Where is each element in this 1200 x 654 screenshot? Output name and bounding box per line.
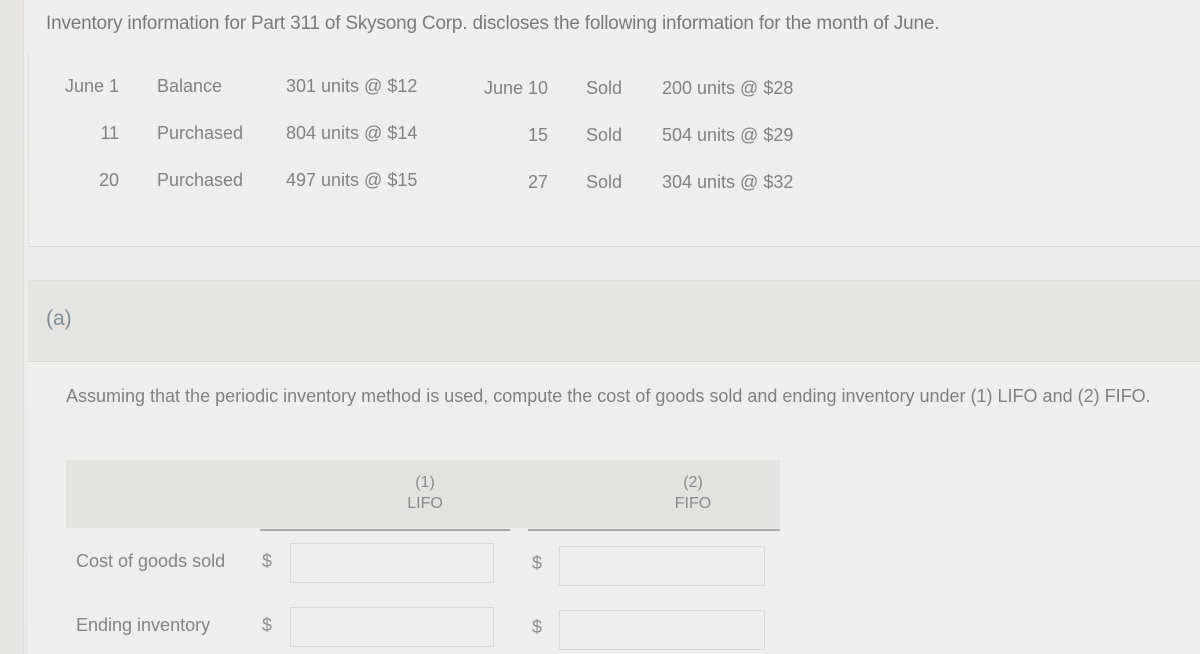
- intro-text: Inventory information for Part 311 of Sk…: [46, 13, 940, 34]
- lifo-header-underline: [260, 529, 510, 531]
- inventory-type: Balance: [157, 76, 223, 96]
- sale-detail: 504 units @ $29: [662, 125, 794, 145]
- column-name: LIFO: [407, 495, 443, 512]
- inventory-type: Purchased: [157, 123, 244, 143]
- inventory-detail: 301 units @ $12: [286, 76, 418, 96]
- lifo-cost-of-goods-sold-input[interactable]: [290, 543, 494, 583]
- column-header-lifo: (1) LIFO: [325, 472, 525, 514]
- inventory-date: 11: [100, 123, 119, 143]
- column-header-fifo: (2) FIFO: [593, 472, 793, 514]
- part-a-body: Assuming that the periodic inventory met…: [28, 362, 1200, 654]
- inventory-detail: 497 units @ $15: [286, 170, 418, 190]
- page: Inventory information for Part 311 of Sk…: [0, 0, 1200, 654]
- column-name: FIFO: [674, 495, 712, 512]
- fifo-ending-inventory-input[interactable]: [559, 610, 765, 650]
- fifo-cost-of-goods-sold-input[interactable]: [559, 546, 765, 586]
- sale-date: June 10: [483, 78, 548, 98]
- sale-type: Sold: [586, 78, 623, 98]
- currency-symbol: $: [262, 615, 273, 635]
- sale-type: Sold: [586, 172, 623, 192]
- row-label-ending-inventory: Ending inventory: [76, 615, 211, 635]
- column-number: (1): [415, 474, 435, 491]
- inventory-detail: 804 units @ $14: [286, 123, 418, 143]
- inventory-type: Purchased: [157, 170, 244, 190]
- table-header: (1) LIFO (2) FIFO: [66, 460, 780, 528]
- sale-type: Sold: [586, 125, 623, 145]
- inventory-date: June 1: [64, 76, 119, 96]
- lifo-ending-inventory-input[interactable]: [290, 607, 494, 647]
- currency-symbol: $: [532, 553, 543, 573]
- sale-date: 15: [527, 125, 548, 145]
- row-label-cost-of-goods-sold: Cost of goods sold: [76, 551, 226, 571]
- sale-date: 27: [527, 172, 548, 192]
- part-a-header: (a): [28, 280, 1200, 362]
- left-margin-strip: [0, 0, 24, 654]
- question-text: Assuming that the periodic inventory met…: [66, 386, 1151, 406]
- inventory-date: 20: [98, 170, 119, 190]
- sale-detail: 200 units @ $28: [662, 78, 794, 98]
- inventory-info-box: June 1 Balance 301 units @ $12 11 Purcha…: [28, 52, 1200, 247]
- sale-detail: 304 units @ $32: [662, 172, 794, 192]
- part-label: (a): [46, 307, 72, 330]
- column-number: (2): [683, 474, 703, 491]
- fifo-header-underline: [528, 529, 780, 531]
- currency-symbol: $: [262, 551, 273, 571]
- currency-symbol: $: [532, 617, 543, 637]
